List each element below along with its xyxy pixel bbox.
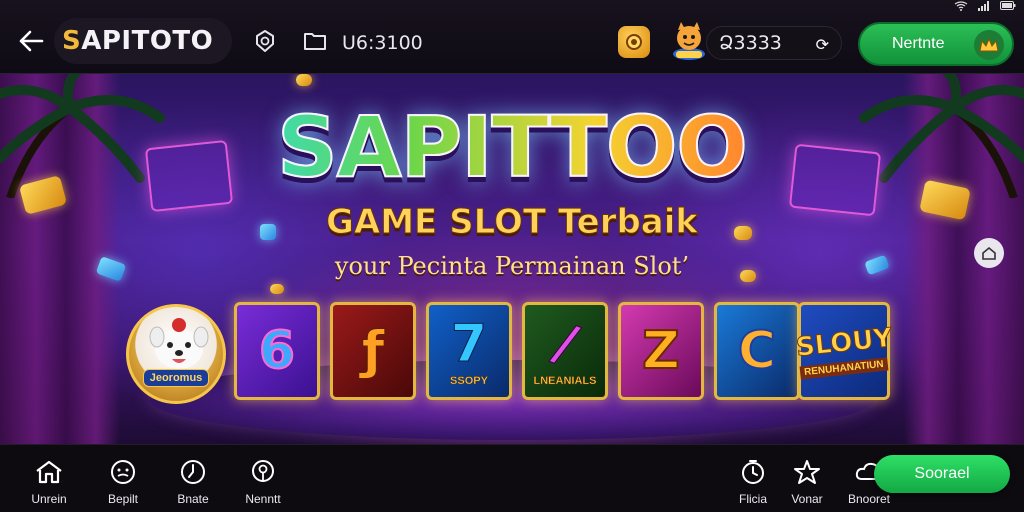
- arrow-left-icon: [19, 30, 44, 52]
- logo-text: APITOTO: [81, 26, 214, 56]
- game-tile[interactable]: ƒ: [330, 302, 416, 400]
- wallet-balance[interactable]: Ձ3333 ⟳: [706, 26, 842, 60]
- dog-mascot-icon: [149, 318, 209, 369]
- battery-icon: [1000, 1, 1016, 13]
- nav-label: Nenntt: [245, 492, 281, 506]
- nav-item-member[interactable]: Nenntt: [228, 457, 298, 511]
- balance-text: U6:3100: [342, 32, 423, 54]
- nav-item-deposit[interactable]: Bepilt: [88, 457, 158, 511]
- tile-symbol: ƒ: [361, 321, 385, 382]
- clock-icon: [178, 457, 208, 487]
- mascot-badge[interactable]: Jeoromus: [126, 304, 226, 404]
- nav-item-home[interactable]: Unrein: [14, 457, 84, 511]
- bottom-nav: Unrein Bepilt Bnate Nenntt Flicia Vonar: [0, 444, 1024, 512]
- folder-icon: [304, 33, 326, 50]
- coin-icon: [626, 34, 642, 50]
- banner-tagline: your Pecinta Permainan Slot’: [334, 252, 690, 280]
- vip-button[interactable]: Nertnte: [858, 22, 1014, 66]
- promo-banner[interactable]: SAPITTOO GAME SLOT Terbaik your Pecinta …: [0, 74, 1024, 444]
- shield-button[interactable]: [252, 28, 278, 54]
- face-icon: [108, 457, 138, 487]
- crown-icon: [974, 30, 1004, 60]
- tile-symbol: C: [737, 320, 777, 382]
- mascot-label: Jeoromus: [142, 369, 210, 387]
- nav-label: Vonar: [791, 492, 823, 506]
- wifi-icon: [954, 0, 968, 14]
- game-tile[interactable]: Z: [618, 302, 704, 400]
- tile-label: LNEANIALS: [533, 375, 597, 387]
- primary-action-button[interactable]: Soorael: [874, 455, 1010, 493]
- tile-symbol: 6: [258, 320, 296, 382]
- slot-logo-tile[interactable]: SLOUY RENUHANATIUN: [794, 302, 894, 400]
- coin-deco: [270, 284, 284, 294]
- home-shortcut-button[interactable]: [974, 238, 1004, 268]
- nav-item-bonus[interactable]: Bnate: [158, 457, 228, 511]
- folder-button[interactable]: [302, 28, 328, 54]
- tile-symbol: /: [545, 312, 585, 376]
- refresh-icon[interactable]: ⟳: [816, 35, 829, 54]
- coin-deco: [296, 74, 312, 86]
- logo-initial: S: [62, 26, 82, 56]
- nav-label: Bnate: [177, 492, 209, 506]
- wallet-amount: Ձ3333: [719, 32, 782, 54]
- star-icon: [792, 457, 822, 487]
- nav-label: Unrein: [31, 492, 67, 506]
- nav-label: Flicia: [738, 492, 767, 506]
- app-logo[interactable]: S APITOTO: [54, 18, 232, 64]
- game-tile[interactable]: C: [714, 302, 800, 400]
- tile-label: SSOPY: [450, 375, 488, 387]
- game-tiles: Jeoromus 6 ƒ 7 SSOPY / LNEANIALS Z C SLO…: [126, 302, 906, 406]
- game-tile[interactable]: 6: [234, 302, 320, 400]
- nav-label: Bepilt: [107, 492, 139, 506]
- banner-title: SAPITTOO: [0, 97, 1024, 197]
- back-button[interactable]: [16, 26, 46, 56]
- tile-symbol: Z: [641, 320, 681, 382]
- status-bar: [954, 0, 1016, 14]
- game-tile[interactable]: 7 SSOPY: [426, 302, 512, 400]
- pin-icon: [248, 457, 278, 487]
- mascot-icon: [670, 20, 708, 62]
- coin-button[interactable]: [618, 26, 650, 58]
- game-tile[interactable]: / LNEANIALS: [522, 302, 608, 400]
- shield-icon: [256, 30, 274, 52]
- nav-item-vip[interactable]: Vonar: [772, 457, 842, 511]
- timer-icon: [738, 457, 768, 487]
- nav-label: Bnooret: [847, 492, 891, 506]
- vip-label: Nertnte: [892, 35, 945, 52]
- signal-icon: [978, 0, 990, 14]
- tile-symbol: 7: [450, 314, 488, 375]
- home-icon: [34, 457, 64, 487]
- slot-logo-text: SLOUY: [794, 322, 894, 363]
- top-bar: S APITOTO U6:3100 Ձ3333 ⟳ Nertnte: [0, 0, 1024, 74]
- house-icon: [982, 246, 996, 260]
- banner-subtitle: GAME SLOT Terbaik: [325, 202, 699, 243]
